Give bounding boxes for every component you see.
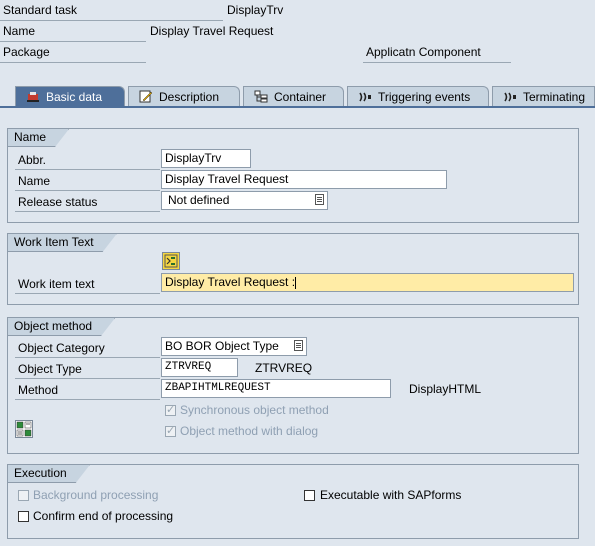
object-type-label: Object Type [15,359,160,379]
work-item-text-group: Work Item Text Work item text Display Tr… [7,233,579,305]
name-group: Name Abbr. DisplayTrv Name Display Trave… [7,128,579,223]
release-status-value: Not defined [168,193,230,207]
app-component-label: Applicatn Component [363,42,511,63]
method-with-dialog-checkbox[interactable] [165,424,176,437]
tab-container[interactable]: Container [243,86,344,106]
events-icon [504,92,516,101]
insert-variable-button[interactable] [162,252,180,270]
object-category-label: Object Category [15,338,160,358]
tab-basic-data[interactable]: Basic data [15,86,125,107]
work-item-text-field[interactable]: Display Travel Request : [161,273,574,292]
confirm-end-label: Confirm end of processing [33,509,174,523]
method-field[interactable]: ZBAPIHTMLREQUEST [161,379,391,398]
basic-data-panel: Name Abbr. DisplayTrv Name Display Trave… [0,106,595,546]
insert-variable-icon [164,254,178,268]
method-with-dialog-label: Object method with dialog [180,424,319,438]
release-status-dropdown[interactable]: Not defined [161,191,328,210]
abbr-field[interactable]: DisplayTrv [161,149,251,168]
tab-description-label: Description [159,89,220,104]
text-cursor [295,276,297,289]
work-item-group-title: Work Item Text [8,234,117,252]
task-name-value: Display Travel Request [150,24,274,38]
confirm-end-checkbox[interactable] [18,511,29,522]
name-field[interactable]: Display Travel Request [161,170,447,189]
name-group-title: Name [8,129,69,147]
work-item-text-label: Work item text [15,274,160,294]
tab-description[interactable]: Description [128,86,240,106]
name-label: Name [15,171,160,191]
work-item-text-value: Display Travel Request : [165,275,296,289]
container-icon [254,90,268,103]
sapforms-checkbox[interactable] [304,490,315,501]
basic-data-icon [27,92,39,102]
tab-terminating[interactable]: Terminating [492,86,595,106]
tab-basic-data-label: Basic data [46,90,103,104]
dropdown-list-icon[interactable] [315,194,324,205]
object-category-value: BO BOR Object Type [165,339,279,353]
sapforms-label: Executable with SAPforms [320,488,462,502]
tab-triggering-events[interactable]: Triggering events [347,86,489,106]
method-description: DisplayHTML [409,382,482,396]
tab-triggering-events-label: Triggering events [378,89,471,104]
binding-icon [16,421,32,437]
abbr-label: Abbr. [15,150,160,170]
execution-group-title: Execution [8,465,90,483]
method-parameters-button[interactable] [15,420,33,438]
description-icon [139,90,153,103]
method-label: Method [15,380,160,400]
tab-strip: Basic data Description Container Trigger… [0,86,595,107]
execution-group: Execution Background processing Executab… [7,464,579,539]
object-category-dropdown[interactable]: BO BOR Object Type [161,337,307,356]
standard-task-label: Standard task [0,0,223,21]
events-icon [359,92,371,101]
object-method-group-title: Object method [8,318,115,336]
object-type-field[interactable]: ZTRVREQ [161,358,238,377]
object-type-description: ZTRVREQ [255,361,313,375]
release-status-label: Release status [15,192,160,212]
background-processing-label: Background processing [33,488,159,502]
tab-terminating-label: Terminating [523,89,586,104]
object-method-group: Object method Object Category BO BOR Obj… [7,317,579,454]
synchronous-method-label: Synchronous object method [180,403,329,417]
tab-container-label: Container [274,89,327,104]
standard-task-value: DisplayTrv [227,3,284,17]
package-label: Package [0,42,146,63]
synchronous-method-checkbox[interactable] [165,403,176,416]
task-name-label: Name [0,21,146,42]
background-processing-checkbox[interactable] [18,490,29,501]
dropdown-list-icon[interactable] [294,340,303,351]
